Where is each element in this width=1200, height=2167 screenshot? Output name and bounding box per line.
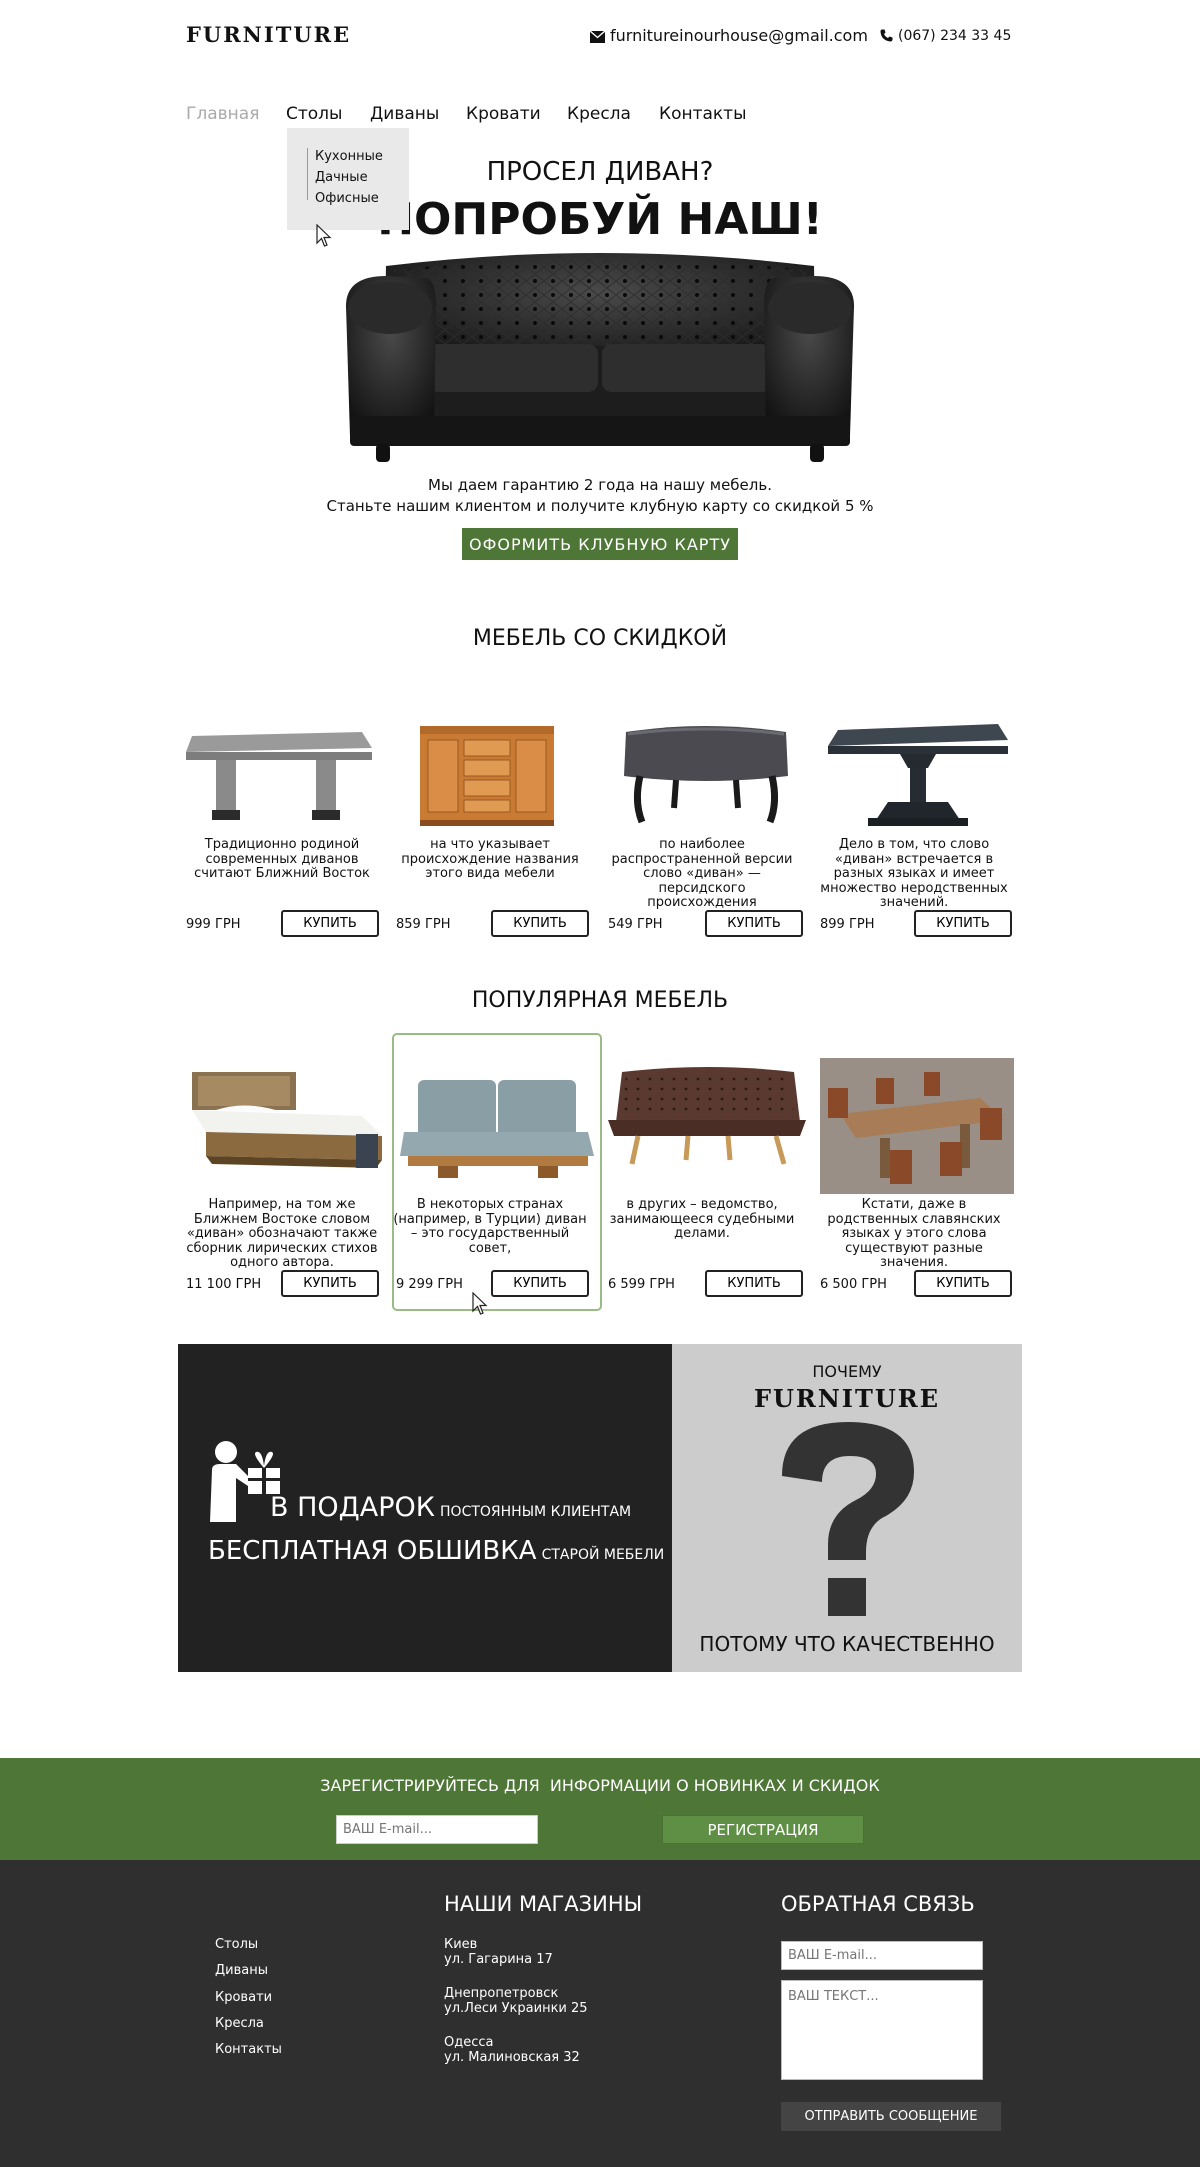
discount-item-1-price: 999 ГРН xyxy=(186,917,241,932)
discount-item-2-description: на что указывает происхождение названия … xyxy=(401,837,579,881)
mouse-cursor-icon xyxy=(472,1292,488,1315)
dropdown-item-office[interactable]: Офисные xyxy=(315,191,379,206)
product-image-bed xyxy=(192,1072,382,1168)
product-image-pedestal-table xyxy=(828,724,1008,826)
store-1-city: Киев xyxy=(444,1937,478,1952)
discount-item-4-description: Дело в том, что слово «диван» встречаетс… xyxy=(820,837,1008,910)
footer-link-beds[interactable]: Кровати xyxy=(215,1990,272,2005)
feedback-text-input[interactable] xyxy=(781,1980,983,2080)
popular-item-3-buy-button[interactable]: КУПИТЬ xyxy=(705,1270,803,1297)
popular-item-4-price: 6 500 ГРН xyxy=(820,1277,887,1292)
hero-warranty-text: Мы даем гарантию 2 года на нашу мебель. xyxy=(428,476,772,494)
discount-item-4-price: 899 ГРН xyxy=(820,917,875,932)
feedback-email-input[interactable] xyxy=(781,1941,983,1970)
popular-item-2-buy-button[interactable]: КУПИТЬ xyxy=(491,1270,589,1297)
gift-promo-text: В ПОДАРОК постоянным клиентам xyxy=(270,1492,631,1523)
nav-item-tables[interactable]: Столы xyxy=(286,104,342,124)
gift-promo-small: постоянным клиентам xyxy=(440,1504,632,1520)
envelope-icon xyxy=(589,30,606,43)
dropdown-divider xyxy=(307,148,308,200)
product-image-ottoman xyxy=(624,726,788,824)
nav-item-sofas[interactable]: Диваны xyxy=(370,104,439,124)
store-2-city: Днепропетровск xyxy=(444,1986,559,2001)
club-card-button[interactable]: ОФОРМИТЬ КЛУБНУЮ КАРТУ xyxy=(462,528,738,560)
upholstery-promo-small: старой мебели xyxy=(541,1547,665,1563)
discount-item-3-buy-button[interactable]: КУПИТЬ xyxy=(705,910,803,937)
nav-item-armchairs[interactable]: Кресла xyxy=(567,104,631,124)
phone-text: (067) 234 33 45 xyxy=(898,28,1012,44)
nav-item-home[interactable]: Главная xyxy=(186,104,259,124)
why-brand: FURNITURE xyxy=(753,1384,941,1413)
store-2-address: ул.Леси Украинки 25 xyxy=(444,2001,588,2016)
contact-email[interactable]: furnitureinourhouse@gmail.com xyxy=(589,26,868,45)
subscribe-title: ЗАРЕГИСТРИРУЙТЕСЬ ДЛЯ ИНФОРМАЦИИ О НОВИН… xyxy=(320,1776,880,1795)
discount-item-3-description: по наиболее распространенной версии слов… xyxy=(611,837,793,910)
subscribe-email-input[interactable] xyxy=(336,1815,538,1844)
product-image-concrete-table xyxy=(186,732,372,820)
popular-item-2-description: В некоторых странах (например, в Турции)… xyxy=(393,1197,587,1256)
hero-clubcard-text: Станьте нашим клиентом и получите клубну… xyxy=(326,497,874,515)
subscribe-band xyxy=(0,1758,1200,1860)
store-1-address: ул. Гагарина 17 xyxy=(444,1952,553,1967)
popular-item-1-price: 11 100 ГРН xyxy=(186,1277,262,1292)
footer-link-sofas[interactable]: Диваны xyxy=(215,1963,268,1978)
popular-item-3-description: в других – ведомство, занимающееся судеб… xyxy=(609,1197,795,1241)
popular-item-3-price: 6 599 ГРН xyxy=(608,1277,675,1292)
discount-item-1-description: Традиционно родиной современных диванов … xyxy=(194,837,370,881)
discount-section-title: МЕБЕЛЬ СО СКИДКОЙ xyxy=(472,626,728,651)
product-image-wooden-dresser xyxy=(420,726,554,826)
dropdown-item-garden[interactable]: Дачные xyxy=(315,170,368,185)
gift-promo-big: В ПОДАРОК xyxy=(270,1492,435,1523)
product-image-dining-set xyxy=(820,1058,1014,1194)
discount-item-2-price: 859 ГРН xyxy=(396,917,451,932)
mouse-cursor-icon xyxy=(316,224,332,247)
upholstery-promo-text: БЕСПЛАТНАЯ ОБШИВКА старой мебели xyxy=(208,1536,664,1566)
popular-item-2-price: 9 299 ГРН xyxy=(396,1277,463,1292)
send-message-button[interactable]: ОТПРАВИТЬ СООБЩЕНИЕ xyxy=(781,2102,1001,2131)
register-button[interactable]: РЕГИСТРАЦИЯ xyxy=(662,1815,864,1844)
question-mark-icon xyxy=(782,1422,914,1616)
why-answer: ПОТОМУ ЧТО КАЧЕСТВЕННО xyxy=(699,1632,995,1656)
popular-item-4-description: Кстати, даже в родственных славянских яз… xyxy=(827,1197,1001,1270)
feedback-title: ОБРАТНАЯ СВЯЗЬ xyxy=(781,1892,975,1916)
popular-item-4-buy-button[interactable]: КУПИТЬ xyxy=(914,1270,1012,1297)
hero-headline: ПОПРОБУЙ НАШ! xyxy=(377,194,823,245)
why-label: ПОЧЕМУ xyxy=(812,1362,882,1381)
hero-question: ПРОСЕЛ ДИВАН? xyxy=(486,157,714,187)
popular-item-1-buy-button[interactable]: КУПИТЬ xyxy=(281,1270,379,1297)
discount-item-1-buy-button[interactable]: КУПИТЬ xyxy=(281,910,379,937)
nav-item-contacts[interactable]: Контакты xyxy=(659,104,747,124)
footer-link-contacts[interactable]: Контакты xyxy=(215,2042,282,2057)
upholstery-promo-big: БЕСПЛАТНАЯ ОБШИВКА xyxy=(208,1536,537,1566)
nav-item-beds[interactable]: Кровати xyxy=(466,104,541,124)
contact-phone[interactable]: (067) 234 33 45 xyxy=(880,28,1011,44)
sofa-image xyxy=(346,253,854,462)
discount-item-4-buy-button[interactable]: КУПИТЬ xyxy=(914,910,1012,937)
popular-section-title: ПОПУЛЯРНАЯ МЕБЕЛЬ xyxy=(471,988,729,1013)
dropdown-item-kitchen[interactable]: Кухонные xyxy=(315,149,383,164)
logo[interactable]: FURNITURE xyxy=(186,22,351,47)
store-3-address: ул. Малиновская 32 xyxy=(444,2050,580,2065)
store-3-city: Одесса xyxy=(444,2035,494,2050)
phone-icon xyxy=(880,29,893,42)
product-image-tufted-bench xyxy=(608,1067,806,1165)
email-text: furnitureinourhouse@gmail.com xyxy=(610,26,868,45)
footer-link-tables[interactable]: Столы xyxy=(215,1937,258,1952)
stores-title: НАШИ МАГАЗИНЫ xyxy=(444,1892,643,1916)
footer-link-armchairs[interactable]: Кресла xyxy=(215,2016,264,2031)
tables-dropdown: Кухонные Дачные Офисные xyxy=(287,128,409,230)
discount-item-2-buy-button[interactable]: КУПИТЬ xyxy=(491,910,589,937)
discount-item-3-price: 549 ГРН xyxy=(608,917,663,932)
product-image-grey-sofa xyxy=(400,1080,594,1178)
popular-item-1-description: Например, на том же Ближнем Востоке слов… xyxy=(186,1197,378,1270)
